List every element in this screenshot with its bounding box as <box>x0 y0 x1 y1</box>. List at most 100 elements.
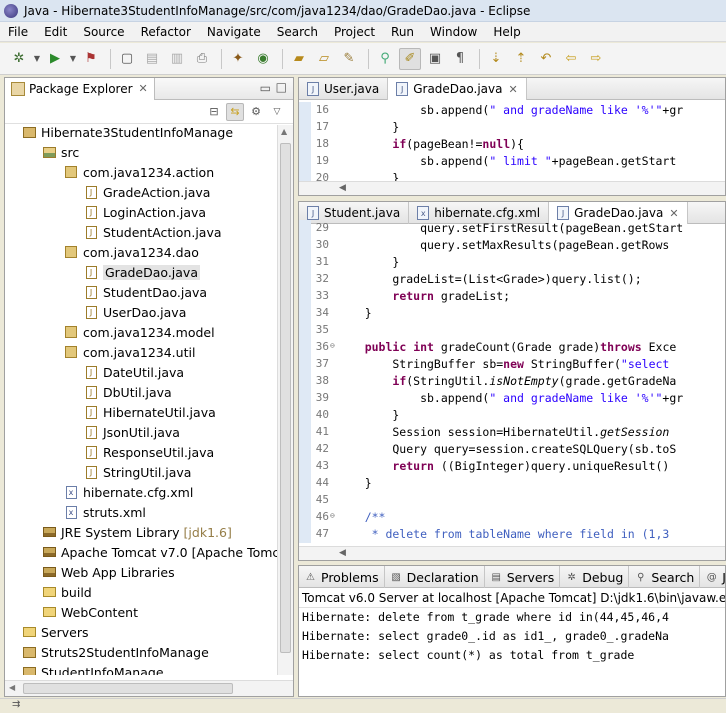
save-all-icon[interactable]: ▥ <box>166 48 188 70</box>
horizontal-scrollbar[interactable]: ◀ <box>5 680 293 696</box>
scroll-left-icon[interactable]: ◀ <box>339 183 346 193</box>
close-icon[interactable]: ✕ <box>669 207 678 220</box>
tree-item[interactable]: StudentInfoManage <box>21 662 164 675</box>
code-area-top[interactable]: 16 sb.append(" and gradeName like '%'"+g… <box>299 102 725 187</box>
collapse-all-icon[interactable]: ⊟ <box>205 103 223 121</box>
code-line[interactable]: 38 if(StringUtil.isNotEmpty(grade.getGra… <box>299 373 725 390</box>
show-whitespace-icon[interactable]: ▣ <box>424 48 446 70</box>
tree-item[interactable]: build <box>41 582 92 602</box>
code-line[interactable]: 46 ⊖ /** <box>299 509 725 526</box>
code-line[interactable]: 37 StringBuffer sb=new StringBuffer("sel… <box>299 356 725 373</box>
toggle-breadcrumb-icon[interactable]: ⚲ <box>374 48 396 70</box>
menu-window[interactable]: Window <box>422 25 485 39</box>
tree-item[interactable]: com.java1234.dao <box>63 242 199 262</box>
menu-run[interactable]: Run <box>383 25 422 39</box>
code-line[interactable]: 39 sb.append(" and gradeName like '%'"+g… <box>299 390 725 407</box>
code-line[interactable]: 18 if(pageBean!=null){ <box>299 136 725 153</box>
view-menu-icon[interactable]: ⚙ <box>247 103 265 121</box>
tree-item[interactable]: J StudentAction.java <box>83 222 222 242</box>
code-line[interactable]: 45 <box>299 492 725 509</box>
tree-item[interactable]: J DbUtil.java <box>83 382 172 402</box>
fold-icon[interactable]: ⊖ <box>330 341 335 350</box>
tree-item[interactable]: J DateUtil.java <box>83 362 184 382</box>
code-line[interactable]: 41 Session session=HibernateUtil.getSess… <box>299 424 725 441</box>
menu-navigate[interactable]: Navigate <box>199 25 269 39</box>
code-line[interactable]: 40 } <box>299 407 725 424</box>
package-explorer-tab[interactable]: Package Explorer ✕ <box>5 77 155 100</box>
save-icon[interactable]: ▤ <box>141 48 163 70</box>
scrollbar-thumb[interactable] <box>280 143 291 653</box>
tree-item[interactable]: Hibernate3StudentInfoManage <box>21 125 233 142</box>
debug-icon[interactable]: ✲ <box>8 48 30 70</box>
open-task-icon[interactable]: ▱ <box>313 48 335 70</box>
close-icon[interactable]: ✕ <box>139 82 148 95</box>
code-line[interactable]: 33 return gradeList; <box>299 288 725 305</box>
code-line[interactable]: 32 gradeList=(List<Grade>)query.list(); <box>299 271 725 288</box>
tree-item[interactable]: x hibernate.cfg.xml <box>63 482 193 502</box>
tree-item[interactable]: Servers <box>21 622 89 642</box>
scrollbar-thumb[interactable] <box>23 683 233 694</box>
block-selection-icon[interactable]: ¶ <box>449 48 471 70</box>
new-java-package-icon[interactable]: ◉ <box>252 48 274 70</box>
tree-item[interactable]: J LoginAction.java <box>83 202 206 222</box>
minimize-icon[interactable]: ▭ <box>260 81 271 95</box>
menu-source[interactable]: Source <box>75 25 132 39</box>
code-line[interactable]: 43 return ((BigInteger)query.uniqueResul… <box>299 458 725 475</box>
tree-item[interactable]: Apache Tomcat v7.0 [Apache Tomc <box>41 542 279 562</box>
new-java-project-icon[interactable]: ✦ <box>227 48 249 70</box>
console-output[interactable]: Hibernate: delete from t_grade where id … <box>299 608 725 665</box>
code-line[interactable]: 17 } <box>299 119 725 136</box>
code-area-bottom[interactable]: 29 query.setFirstResult(pageBean.getStar… <box>299 220 725 546</box>
code-line[interactable]: 16 sb.append(" and gradeName like '%'"+g… <box>299 102 725 119</box>
code-line[interactable]: 44 } <box>299 475 725 492</box>
editor-top-hscroll[interactable]: ◀ <box>299 181 725 195</box>
vertical-scrollbar[interactable]: ▲ <box>277 125 293 675</box>
view-menu-arrow-icon[interactable]: ▽ <box>268 103 286 121</box>
menu-help[interactable]: Help <box>485 25 528 39</box>
menu-refactor[interactable]: Refactor <box>133 25 199 39</box>
code-line[interactable]: 19 sb.append(" limit "+pageBean.getStart <box>299 153 725 170</box>
code-line[interactable]: 29 query.setFirstResult(pageBean.getStar… <box>299 220 725 237</box>
run-icon[interactable]: ▶ <box>44 48 66 70</box>
maximize-icon[interactable]: □ <box>276 80 287 94</box>
tree-item[interactable]: J ResponseUtil.java <box>83 442 214 462</box>
tree-item[interactable]: com.java1234.action <box>63 162 214 182</box>
next-annotation-icon[interactable]: ⇣ <box>485 48 507 70</box>
panel-tab-java[interactable]: @ Java <box>700 566 725 588</box>
back-icon[interactable]: ⇦ <box>560 48 582 70</box>
scroll-left-icon[interactable]: ◀ <box>339 548 346 558</box>
search-icon[interactable]: ✎ <box>338 48 360 70</box>
code-line[interactable]: 30 query.setMaxResults(pageBean.getRows <box>299 237 725 254</box>
external-tools-icon[interactable]: ⚑ <box>80 48 102 70</box>
tree-item[interactable]: J UserDao.java <box>83 302 186 322</box>
dropdown-arrow-icon[interactable]: ▼ <box>69 48 77 70</box>
tree-item[interactable]: J HibernateUtil.java <box>83 402 216 422</box>
tree-item[interactable]: com.java1234.model <box>63 322 215 342</box>
editor-bottom-hscroll[interactable]: ◀ <box>299 546 725 560</box>
tree-item[interactable]: JRE System Library [jdk1.6] <box>41 522 232 542</box>
tree-item[interactable]: Web App Libraries <box>41 562 175 582</box>
menu-search[interactable]: Search <box>269 25 326 39</box>
tree-item[interactable]: x struts.xml <box>63 502 146 522</box>
tree-item[interactable]: J StudentDao.java <box>83 282 207 302</box>
tree-item[interactable]: J GradeAction.java <box>83 182 210 202</box>
last-edit-location-icon[interactable]: ↶ <box>535 48 557 70</box>
tree-item[interactable]: src <box>41 142 79 162</box>
new-icon[interactable]: ▢ <box>116 48 138 70</box>
close-icon[interactable]: ✕ <box>509 83 518 96</box>
code-line[interactable]: 47 * delete from tableName where field i… <box>299 526 725 543</box>
toggle-mark-occurrences-icon[interactable]: ✐ <box>399 47 421 70</box>
code-line[interactable]: 31 } <box>299 254 725 271</box>
panel-tab-declaration[interactable]: ▧ Declaration <box>385 566 485 588</box>
panel-tab-search[interactable]: ⚲ Search <box>629 566 701 588</box>
panel-tab-servers[interactable]: ▤ Servers <box>485 566 561 588</box>
menu-project[interactable]: Project <box>326 25 383 39</box>
menu-file[interactable]: File <box>0 25 36 39</box>
open-type-icon[interactable]: ▰ <box>288 48 310 70</box>
menu-edit[interactable]: Edit <box>36 25 75 39</box>
editor-tab[interactable]: J User.java <box>299 78 389 100</box>
link-with-editor-icon[interactable]: ⇆ <box>226 102 244 121</box>
scroll-up-icon[interactable]: ▲ <box>281 127 287 136</box>
previous-annotation-icon[interactable]: ⇡ <box>510 48 532 70</box>
code-line[interactable]: 35 <box>299 322 725 339</box>
